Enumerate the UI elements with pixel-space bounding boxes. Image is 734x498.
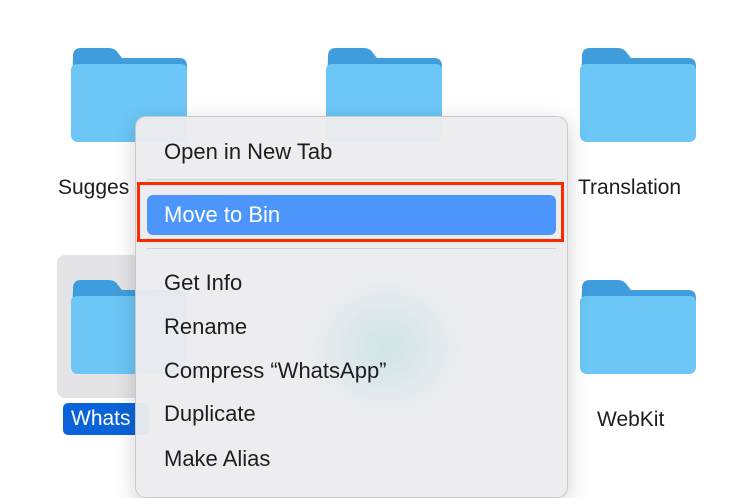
menu-item-label: Compress “WhatsApp”	[164, 358, 387, 383]
menu-item-label: Open in New Tab	[164, 139, 333, 164]
menu-item-label: Get Info	[164, 270, 243, 295]
context-menu: Open in New Tab Move to Bin Get Info Ren…	[135, 116, 568, 498]
menu-item-label: Make Alias	[164, 446, 271, 471]
menu-item-open-in-new-tab[interactable]: Open in New Tab	[147, 132, 556, 172]
folder-icon-webkit[interactable]	[578, 276, 698, 376]
folder-icon-translation[interactable]	[578, 44, 698, 144]
folder-label-suggestions[interactable]: Sugges	[58, 176, 129, 200]
menu-item-label: Duplicate	[164, 401, 256, 426]
menu-separator	[147, 248, 556, 249]
menu-item-rename[interactable]: Rename	[147, 307, 556, 347]
folder-label-webkit[interactable]: WebKit	[597, 408, 664, 432]
highlight-annotation-box	[137, 182, 564, 242]
menu-item-label: Rename	[164, 314, 248, 339]
menu-item-duplicate[interactable]: Duplicate	[147, 394, 556, 434]
menu-separator	[147, 179, 556, 180]
menu-item-get-info[interactable]: Get Info	[147, 263, 556, 303]
menu-item-make-alias[interactable]: Make Alias	[147, 439, 556, 479]
menu-item-compress[interactable]: Compress “WhatsApp”	[147, 351, 556, 391]
folder-label-translation[interactable]: Translation	[578, 176, 681, 200]
